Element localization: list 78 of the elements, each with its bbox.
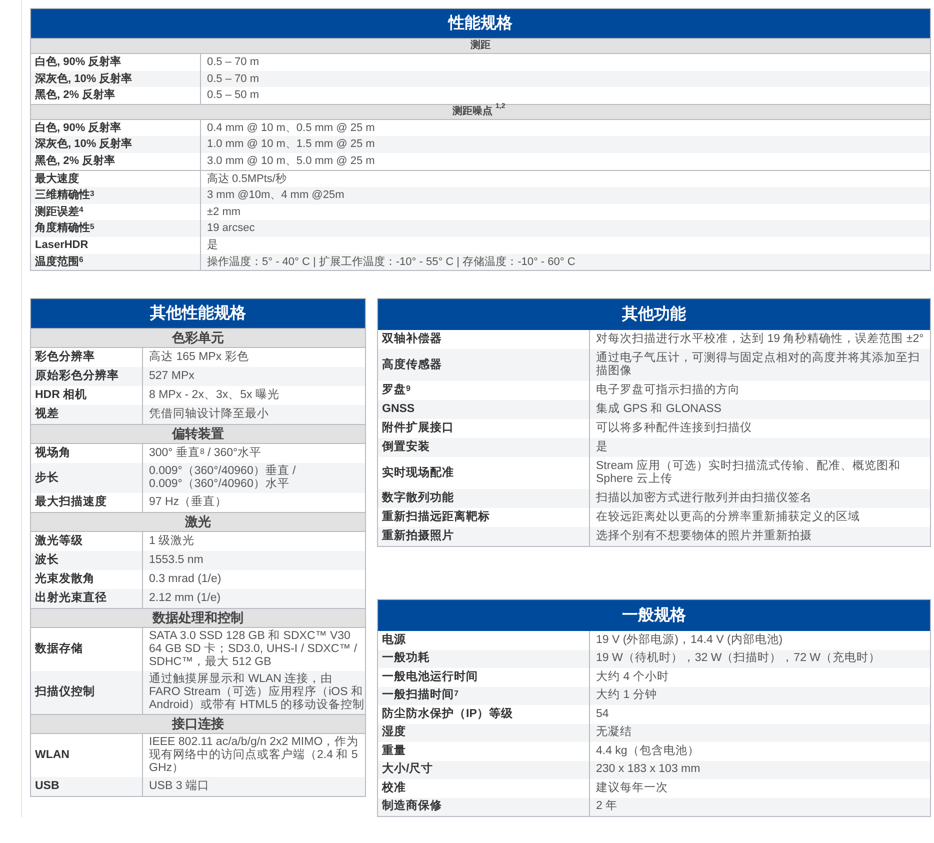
section-heading: 接口连接 [31, 714, 365, 734]
spec-label: 制造商保修 [378, 798, 590, 816]
section-heading: 色彩单元 [31, 328, 365, 348]
spec-value: 建议每年一次 [595, 780, 669, 796]
spec-value: 2 年 [595, 798, 619, 814]
spec-value: 通过触摸屏显示和 WLAN 连接，由 FARO Stream（可选）应用程序（iOS 和 Android）或带有 HTML5 的移动设备控制 [148, 672, 365, 714]
spec-value: 0.5 – 70 m [206, 72, 260, 87]
spec-value: 0.4 mm @ 10 m、0.5 mm @ 25 m [206, 120, 376, 136]
table-title: 其他功能 [378, 299, 930, 330]
spec-value: 0.5 – 50 m [206, 88, 260, 104]
section-heading: 偏转装置 [31, 424, 365, 444]
spec-value: 选择个别有不想要物体的照片并重新拍摄 [595, 528, 813, 544]
spec-value: 大约 1 分钟 [595, 688, 658, 704]
spec-value: 可以将多种配件连接到扫描仪 [595, 420, 753, 436]
spec-value: 527 MPx [148, 369, 196, 384]
spec-label: 大小/尺寸 [378, 760, 590, 780]
spec-label: 深灰色, 10% 反射率 [31, 136, 201, 153]
spec-label: 原始彩色分辨率 [31, 367, 143, 386]
spec-label: 波长 [31, 551, 143, 570]
spec-label: 倒置安装 [378, 438, 590, 458]
section-heading: 激光 [31, 512, 365, 532]
spec-value: 1553.5 nm [148, 553, 204, 568]
spec-value: 高达 165 MPx 彩色 [148, 349, 250, 366]
spec-value: 300° 垂直$^{8}$ / 360°水平 [148, 445, 263, 462]
spec-value: 集成 GPS 和 GLONASS [595, 402, 722, 418]
spec-label: GNSS [378, 400, 590, 420]
spec-value: 0.5 – 70 m [206, 55, 260, 70]
spec-value: SATA 3.0 SSD 128 GB 和 SDXC™ V30 64 GB SD 卡；SD3.0, UHS-I / SDXC™ / SDHC™，最大 512 GB [148, 628, 358, 670]
spec-value: 0.009°（360°/40960）垂直 / 0.009°（360°/40960）水平 [148, 463, 297, 492]
spec-value: 8 MPx - 2x、3x、5x 曝光 [148, 388, 280, 404]
spec-value: 在较远距离处以更高的分辨率重新捕获定义的区域 [595, 509, 861, 526]
spec-label: 高度传感器 [378, 349, 590, 382]
spec-label: 步长 [31, 463, 143, 494]
spec-value: 3.0 mm @ 10 m、5.0 mm @ 25 m [206, 154, 376, 169]
spec-value: 54 [595, 706, 610, 722]
spec-value: 是 [595, 440, 609, 456]
spec-label: 黑色, 2% 反射率 [31, 152, 201, 170]
spec-value: 电子罗盘可指示扫描的方向 [595, 382, 741, 398]
spec-label: 角度精确性$^{5}$ [31, 220, 201, 237]
spec-value: 操作温度：5° - 40° C | 扩展工作温度：-10° - 55° C | 存储温度：-10° - 60° C [206, 254, 576, 270]
spec-value: 97 Hz（垂直） [148, 494, 228, 510]
spec-label: USB [31, 777, 143, 796]
section-heading: 数据处理和控制 [31, 608, 365, 628]
table-title: 其他性能规格 [31, 299, 365, 328]
spec-value: 19 V (外部电源)，14.4 V (内部电池) [595, 632, 784, 648]
spec-value: 4.4 kg（包含电池） [595, 744, 700, 759]
table-title: 一般规格 [378, 600, 930, 632]
spec-value: 扫描以加密方式进行散列并由扫描仪签名 [595, 490, 813, 506]
spec-value: ±2 mm [206, 204, 242, 220]
section-heading: 测距 [31, 38, 930, 54]
spec-value: 凭借同轴设计降至最小 [148, 406, 270, 422]
spec-value: USB 3 端口 [148, 778, 210, 794]
spec-value: 1.0 mm @ 10 m、1.5 mm @ 25 m [206, 137, 376, 152]
spec-label: 深灰色, 10% 反射率 [31, 70, 201, 88]
spec-label: 重新拍摄照片 [378, 527, 590, 546]
spec-value: 230 x 183 x 103 mm [595, 762, 702, 778]
spec-value: IEEE 802.11 ac/a/b/g/n 2x2 MIMO，作为现有网络中的访问点或客户端（2.4 和 5 GHz） [148, 734, 360, 776]
section-heading: 测距噪点 $^{1,2}$ [31, 104, 930, 120]
spec-label: 一般扫描时间$^{7}$ [378, 686, 590, 706]
spec-label: 温度范围$^{6}$ [31, 254, 201, 270]
spec-label: 数字散列功能 [378, 489, 590, 508]
spec-value: 0.3 mrad (1/e) [148, 572, 222, 588]
spec-value: 1 级激光 [148, 534, 196, 550]
spec-value: 是 [206, 238, 219, 253]
spec-label: 三维精确性$^{3}$ [31, 187, 201, 204]
spec-value: 通过电子气压计，可测得与固定点相对的高度并将其添加至扫描图像 [595, 350, 921, 380]
spec-value: 3 mm @10m、4 mm @25m [206, 188, 346, 204]
spec-value: Stream 应用（可选）实时扫描流式传输、配准、概览图和 Sphere 云上传 [595, 458, 902, 488]
spec-value: 大约 4 个小时 [595, 670, 670, 685]
spec-value: 19 arcsec [206, 221, 256, 236]
spec-value: 无凝结 [595, 724, 633, 740]
spec-label: 湿度 [378, 724, 590, 742]
table-title: 性能规格 [31, 9, 930, 38]
spec-value: 19 W（待机时），32 W（扫描时），72 W（充电时） [595, 650, 882, 666]
spec-label: 一般功耗 [378, 650, 590, 668]
spec-value: 对每次扫描进行水平校准，达到 19 角秒精确性，误差范围 ±2° [595, 332, 925, 348]
spec-value: 2.12 mm (1/e) [148, 591, 222, 606]
spec-value: 高达 0.5MPts/秒 [206, 172, 288, 187]
